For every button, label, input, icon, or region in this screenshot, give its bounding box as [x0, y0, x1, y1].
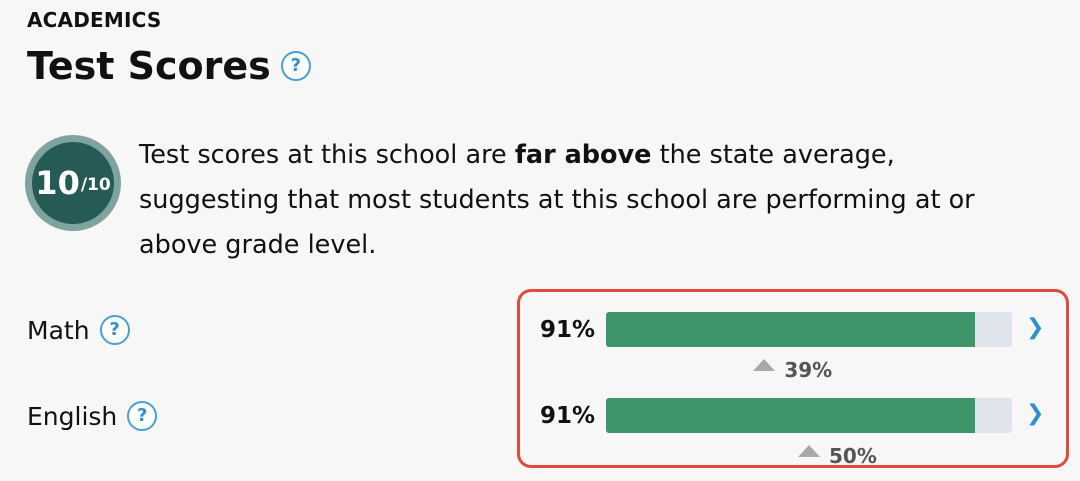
score-bar-track: [606, 398, 1012, 433]
rating-badge-core: 10/10: [32, 142, 114, 224]
question-circle-icon[interactable]: ?: [99, 315, 130, 345]
subject-label: Math: [27, 315, 90, 345]
rating-denominator: /10: [80, 175, 111, 195]
state-average-label: 50%: [829, 444, 877, 468]
summary-emphasis: far above: [514, 140, 652, 170]
rating-badge: 10/10: [25, 135, 121, 231]
score-bar-fill: [606, 312, 976, 347]
triangle-up-icon: [798, 445, 820, 457]
question-circle-icon[interactable]: ?: [280, 51, 311, 81]
summary-text: Test scores at this school are far above…: [139, 133, 1029, 268]
subject-math: Math ?: [27, 315, 130, 345]
subject-english: English ?: [27, 401, 158, 431]
title-row: Test Scores ?: [27, 40, 311, 92]
summary-before: Test scores at this school are: [139, 140, 515, 170]
section-label: ACADEMICS: [27, 8, 162, 32]
state-average-label: 39%: [784, 358, 833, 382]
question-circle-icon[interactable]: ?: [127, 401, 158, 431]
chevron-right-icon[interactable]: ❯: [1026, 315, 1044, 340]
score-percent: 91%: [540, 317, 596, 343]
chevron-right-icon[interactable]: ❯: [1026, 401, 1044, 426]
page-title: Test Scores: [27, 44, 271, 88]
score-bar-track: [606, 312, 1012, 347]
rating-score: 10: [35, 164, 80, 202]
score-bar-fill: [606, 398, 976, 433]
score-percent: 91%: [540, 403, 596, 429]
subject-label: English: [27, 401, 118, 431]
triangle-up-icon: [753, 359, 776, 371]
test-scores-page: ACADEMICS Test Scores ? 10/10 Test score…: [0, 0, 1080, 481]
